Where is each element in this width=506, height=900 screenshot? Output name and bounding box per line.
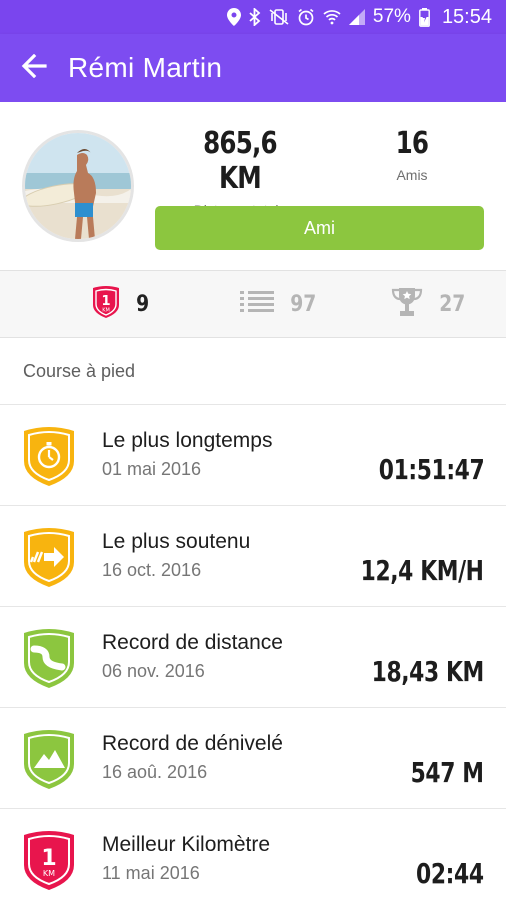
signal-icon [348, 9, 365, 25]
svg-text:KM: KM [102, 307, 110, 313]
record-title: Le plus longtemps [102, 429, 273, 452]
record-row-fastest[interactable]: Le plus soutenu 16 oct. 2016 12,4 KM/H [0, 506, 506, 607]
tab-activities-count: 97 [290, 291, 317, 317]
record-value: 547 M [411, 756, 484, 789]
tab-trophies-count: 27 [439, 291, 466, 317]
record-date: 16 aoû. 2016 [102, 762, 208, 782]
km-badge-number: 1 [41, 846, 56, 871]
record-row-elevation[interactable]: Record de dénivelé 16 aoû. 2016 547 M [0, 708, 506, 809]
location-icon [226, 8, 241, 26]
trophy-icon [391, 286, 423, 323]
record-value: 01:51:47 [378, 453, 484, 486]
friends-label: Amis [396, 167, 428, 183]
battery-icon [419, 7, 430, 27]
record-row-longest[interactable]: Le plus longtemps 01 mai 2016 01:51:47 [0, 405, 506, 506]
record-date: 11 mai 2016 [102, 863, 200, 883]
profile-tabs: 1 KM 9 97 27 [0, 270, 506, 338]
record-value: 02:44 [416, 857, 484, 890]
vibrate-mute-icon [269, 8, 289, 26]
battery-percentage: 57% [372, 6, 411, 27]
km-badge-icon: 1 KM [91, 285, 121, 324]
tab-badges-count: 9 [136, 291, 150, 317]
friends-stat[interactable]: 16 Amis [362, 126, 462, 183]
record-value: 12,4 KM/H [361, 554, 484, 587]
record-date: 06 nov. 2016 [102, 661, 205, 681]
page-title: Rémi Martin [68, 52, 223, 83]
record-title: Record de distance [102, 631, 283, 654]
profile-header: 865,6 KM Distance totale 16 Amis Ami [0, 102, 506, 270]
bluetooth-icon [249, 8, 261, 26]
app-bar: Rémi Martin [0, 34, 506, 102]
arrow-left-icon [21, 53, 47, 83]
record-value: 18,43 KM [371, 655, 485, 688]
tab-badges[interactable]: 1 KM 9 [91, 271, 150, 337]
clock: 15:54 [441, 5, 492, 28]
friends-count: 16 [395, 126, 429, 161]
avatar[interactable] [22, 130, 134, 242]
record-title: Record de dénivelé [102, 732, 283, 755]
friend-button[interactable]: Ami [155, 206, 484, 250]
stopwatch-icon [22, 425, 76, 487]
tab-activities[interactable]: 97 [240, 271, 319, 337]
road-icon [22, 627, 76, 689]
total-distance-value: 865,6 KM [203, 126, 278, 196]
speed-arrow-icon [22, 526, 76, 588]
back-button[interactable] [0, 34, 68, 102]
wifi-icon [323, 9, 341, 25]
record-title: Meilleur Kilomètre [102, 833, 271, 856]
section-title: Course à pied [0, 338, 506, 405]
km-badge-icon: 1 KM [22, 829, 76, 891]
record-row-best-km[interactable]: 1 KM Meilleur Kilomètre 11 mai 2016 02:44 [0, 809, 506, 900]
record-date: 16 oct. 2016 [102, 560, 202, 580]
mountain-icon [22, 728, 76, 790]
alarm-icon [297, 8, 315, 26]
status-bar: 57% 15:54 [0, 0, 506, 34]
record-row-distance[interactable]: Record de distance 06 nov. 2016 18,43 KM [0, 607, 506, 708]
list-icon [240, 290, 274, 319]
tab-trophies[interactable]: 27 [391, 271, 468, 337]
km-badge-unit: KM [43, 869, 55, 878]
record-date: 01 mai 2016 [102, 459, 202, 479]
record-title: Le plus soutenu [102, 530, 251, 553]
total-distance-stat: 865,6 KM Distance totale [170, 126, 310, 218]
